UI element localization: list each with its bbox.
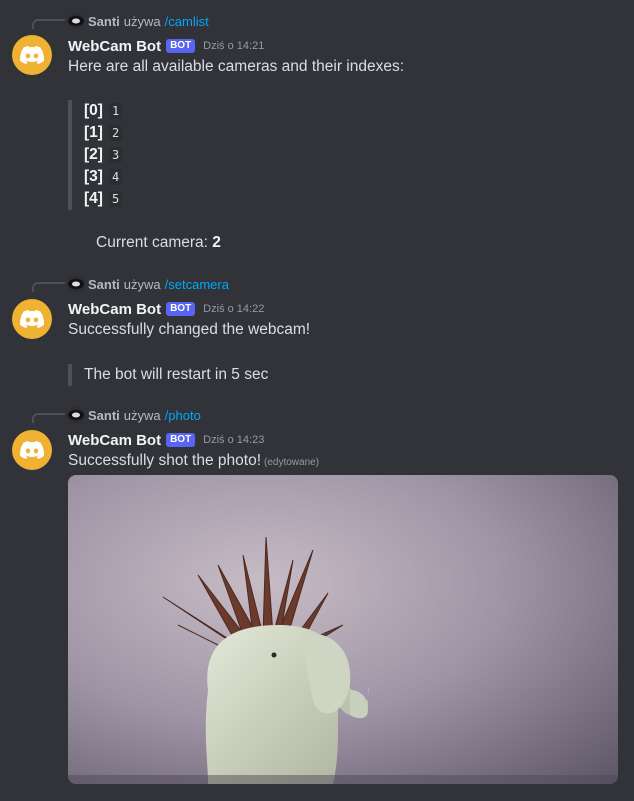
edited-label: (edytowane) [264, 457, 320, 468]
reply-connector [32, 282, 65, 292]
elephant-planter-photo [68, 475, 618, 784]
restart-quote: The bot will restart in 5 sec [68, 364, 268, 386]
user-avatar-icon[interactable] [68, 276, 84, 292]
current-camera-label: Current camera: [96, 234, 208, 251]
discord-icon [20, 46, 44, 64]
camera-list-quote: [0] 1 [1] 2 [2] 3 [3] 4 [4] 5 [68, 100, 123, 210]
current-camera-line: Current camera: 2 [96, 234, 221, 252]
message-text: Successfully changed the webcam! [68, 321, 311, 338]
camera-index: [3] [84, 168, 103, 185]
reply-username[interactable]: Santi [88, 277, 120, 292]
camera-list-item: [3] 4 [84, 166, 123, 188]
camera-value: 2 [108, 125, 123, 141]
bot-badge: BOT [166, 302, 196, 316]
reply-connector [32, 19, 65, 29]
timestamp[interactable]: Dziś o 14:22 [203, 303, 264, 315]
camera-value: 4 [108, 169, 123, 185]
reply-context[interactable]: Santi używa /camlist [68, 13, 209, 29]
timestamp[interactable]: Dziś o 14:21 [203, 40, 264, 52]
camera-value: 3 [108, 147, 123, 163]
author-name[interactable]: WebCam Bot [68, 38, 161, 55]
camera-list-item: [2] 3 [84, 144, 123, 166]
author-name[interactable]: WebCam Bot [68, 301, 161, 318]
message-text: Here are all available cameras and their… [68, 58, 405, 75]
reply-connector [32, 413, 65, 423]
camera-index: [2] [84, 146, 103, 163]
bot-avatar[interactable] [12, 299, 52, 339]
discord-icon [20, 441, 44, 459]
author-name[interactable]: WebCam Bot [68, 432, 161, 449]
message-text: Successfully shot the photo! [68, 452, 262, 469]
reply-command[interactable]: /setcamera [165, 277, 229, 292]
bot-badge: BOT [166, 433, 196, 447]
reply-context[interactable]: Santi używa /photo [68, 407, 201, 423]
camera-index: [4] [84, 190, 103, 207]
user-avatar-icon[interactable] [68, 13, 84, 29]
message-text-line: Successfully shot the photo! (edytowane) [68, 452, 319, 470]
bot-avatar[interactable] [12, 35, 52, 75]
camera-value: 1 [108, 103, 123, 119]
camera-index: [1] [84, 124, 103, 141]
message-header: WebCam Bot BOT Dziś o 14:22 [68, 299, 264, 319]
discord-icon [20, 310, 44, 328]
photo-attachment[interactable] [68, 475, 618, 784]
quote-text: The bot will restart in 5 sec [84, 366, 269, 383]
reply-command[interactable]: /photo [165, 408, 201, 423]
camera-list-item: [1] 2 [84, 122, 123, 144]
message-header: WebCam Bot BOT Dziś o 14:23 [68, 430, 264, 450]
reply-verb: używa [123, 276, 161, 292]
reply-context[interactable]: Santi używa /setcamera [68, 276, 229, 292]
reply-verb: używa [123, 13, 161, 29]
user-avatar-icon[interactable] [68, 407, 84, 423]
camera-list-item: [4] 5 [84, 188, 123, 210]
reply-command[interactable]: /camlist [165, 14, 209, 29]
camera-index: [0] [84, 102, 103, 119]
reply-verb: używa [123, 407, 161, 423]
bot-avatar[interactable] [12, 430, 52, 470]
camera-list-item: [0] 1 [84, 100, 123, 122]
timestamp[interactable]: Dziś o 14:23 [203, 434, 264, 446]
camera-value: 5 [108, 191, 123, 207]
message-header: WebCam Bot BOT Dziś o 14:21 [68, 36, 264, 56]
current-camera-value: 2 [212, 234, 221, 251]
bot-badge: BOT [166, 39, 196, 53]
reply-username[interactable]: Santi [88, 408, 120, 423]
reply-username[interactable]: Santi [88, 14, 120, 29]
